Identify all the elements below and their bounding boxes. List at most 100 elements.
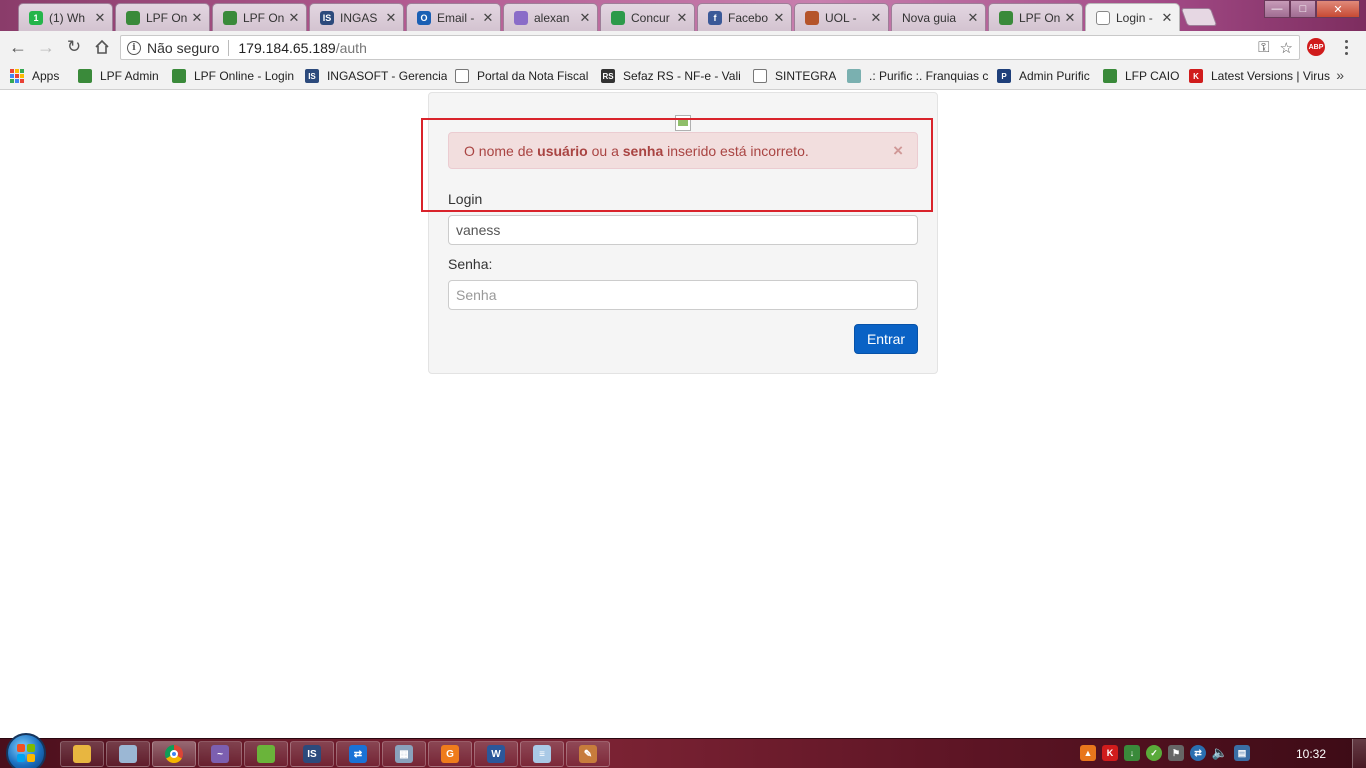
close-tab-icon[interactable]: ✕ xyxy=(870,10,882,26)
ingasoft-icon: IS xyxy=(305,69,319,83)
bookmark-item[interactable]: K Latest Versions | Virus xyxy=(1189,65,1339,87)
whatsapp-icon: 1 xyxy=(29,10,43,25)
tray-app-icon[interactable]: ▲ xyxy=(1080,745,1096,761)
bookmark-label: INGASOFT - Gerencia xyxy=(326,69,447,83)
taskbar-button[interactable]: ✎ xyxy=(566,741,610,767)
bookmark-item[interactable]: SINTEGRA xyxy=(753,65,847,87)
login-input[interactable] xyxy=(448,215,918,245)
tab[interactable]: Concur ✕ xyxy=(600,3,695,31)
bookmark-item[interactable]: LPF Admin xyxy=(78,65,172,87)
bookmark-item[interactable]: IS INGASOFT - Gerencia xyxy=(305,65,455,87)
tab[interactable]: f Facebo ✕ xyxy=(697,3,792,31)
taskbar-button[interactable] xyxy=(244,741,288,767)
minimize-button[interactable]: — xyxy=(1264,0,1290,18)
new-tab-button[interactable] xyxy=(1180,8,1218,26)
lpf-icon xyxy=(223,10,237,25)
volume-icon[interactable]: 🔈 xyxy=(1212,745,1228,761)
close-tab-icon[interactable]: ✕ xyxy=(288,10,300,26)
close-tab-icon[interactable]: ✕ xyxy=(94,10,106,26)
bookmark-item[interactable]: LFP CAIO xyxy=(1103,65,1189,87)
teamviewer-tray-icon[interactable]: ⇄ xyxy=(1190,745,1206,761)
tab-title: LPF On xyxy=(146,10,187,25)
bookmark-item[interactable]: .: Purific :. Franquias c xyxy=(847,65,997,87)
kaspersky-tray-icon[interactable]: K xyxy=(1102,745,1118,761)
alert-bold-password: senha xyxy=(622,142,664,159)
tab[interactable]: IS INGAS ✕ xyxy=(309,3,404,31)
close-tab-icon[interactable]: ✕ xyxy=(1064,10,1076,26)
close-tab-icon[interactable]: ✕ xyxy=(482,10,494,26)
taskbar-button[interactable]: IS xyxy=(290,741,334,767)
star-icon[interactable]: ☆ xyxy=(1280,39,1293,57)
tab[interactable]: Login - ✕ xyxy=(1085,3,1180,32)
tab-title: LPF On xyxy=(243,10,284,25)
home-button[interactable] xyxy=(88,33,116,61)
maximize-button[interactable]: □ xyxy=(1290,0,1316,18)
network-tray-icon[interactable]: ▤ xyxy=(1234,745,1250,761)
back-button[interactable]: ← xyxy=(4,33,32,61)
adblock-plus-icon[interactable]: ABP xyxy=(1307,38,1325,56)
close-tab-icon[interactable]: ✕ xyxy=(967,10,979,26)
address-bar[interactable]: i Não seguro 179.184.65.189/auth ⚿ ☆ xyxy=(120,35,1300,60)
calculator-icon: ▦ xyxy=(395,745,413,763)
close-tab-icon[interactable]: ✕ xyxy=(1161,10,1173,26)
login-label: Login xyxy=(448,191,483,207)
bookmark-item[interactable]: LPF Online - Login xyxy=(172,65,305,87)
ingasoft-icon: IS xyxy=(320,10,334,25)
tab[interactable]: UOL - ✕ xyxy=(794,3,889,31)
bookmark-item[interactable]: Apps xyxy=(10,65,78,87)
taskbar-button[interactable]: W xyxy=(474,741,518,767)
bookmark-item[interactable]: P Admin Purific xyxy=(997,65,1103,87)
bookmark-label: Sefaz RS - NF-e - Vali xyxy=(623,69,741,83)
close-window-button[interactable]: ✕ xyxy=(1316,0,1360,18)
tab[interactable]: alexan ✕ xyxy=(503,3,598,31)
tab[interactable]: 1 (1) Wh ✕ xyxy=(18,3,113,31)
taskbar-button[interactable] xyxy=(152,741,196,767)
tab[interactable]: O Email - ✕ xyxy=(406,3,501,31)
close-tab-icon[interactable]: ✕ xyxy=(579,10,591,26)
forward-button[interactable]: → xyxy=(32,33,60,61)
close-tab-icon[interactable]: ✕ xyxy=(773,10,785,26)
check-tray-icon[interactable]: ✓ xyxy=(1146,745,1162,761)
tab-title: INGAS xyxy=(340,10,378,25)
submit-button[interactable]: Entrar xyxy=(854,324,918,354)
tab[interactable]: LPF On ✕ xyxy=(212,3,307,31)
tab[interactable]: Nova guia ✕ xyxy=(891,3,986,31)
bookmarks-bar: Apps LPF Admin LPF Online - Login IS INGASOF… xyxy=(0,63,1366,90)
clock[interactable]: 10:32 xyxy=(1296,747,1326,761)
info-icon[interactable]: i xyxy=(127,40,141,55)
close-tab-icon[interactable]: ✕ xyxy=(385,10,397,26)
more-bookmarks-icon[interactable]: » xyxy=(1336,67,1344,83)
password-input[interactable] xyxy=(448,280,918,310)
app-green-icon xyxy=(257,745,275,763)
lpf-icon xyxy=(126,10,140,25)
download-tray-icon[interactable]: ↓ xyxy=(1124,745,1140,761)
url-text[interactable]: 179.184.65.189/auth xyxy=(238,40,366,56)
key-icon[interactable]: ⚿ xyxy=(1258,39,1269,57)
bookmark-label: LFP CAIO xyxy=(1125,69,1180,83)
menu-icon[interactable] xyxy=(1340,38,1352,56)
alert-close-button[interactable]: × xyxy=(893,141,903,161)
outlook-icon: O xyxy=(417,10,431,25)
security-label[interactable]: Não seguro xyxy=(147,40,219,56)
show-desktop-button[interactable] xyxy=(1352,739,1366,768)
bookmark-item[interactable]: RS Sefaz RS - NF-e - Vali xyxy=(601,65,753,87)
start-button[interactable] xyxy=(6,733,46,768)
taskbar-button[interactable]: ▦ xyxy=(382,741,426,767)
taskbar-button[interactable] xyxy=(106,741,150,767)
taskbar-button[interactable] xyxy=(60,741,104,767)
close-tab-icon[interactable]: ✕ xyxy=(191,10,203,26)
taskbar-button[interactable]: G xyxy=(428,741,472,767)
action-center-icon[interactable]: ⚑ xyxy=(1168,745,1184,761)
bookmark-item[interactable]: Portal da Nota Fiscal xyxy=(455,65,601,87)
tab-title: Nova guia xyxy=(902,10,957,25)
tab[interactable]: LPF On ✕ xyxy=(988,3,1083,31)
close-tab-icon[interactable]: ✕ xyxy=(676,10,688,26)
reload-button[interactable]: ↻ xyxy=(60,33,88,61)
tab[interactable]: LPF On ✕ xyxy=(115,3,210,31)
bookmark-label: SINTEGRA xyxy=(775,69,837,83)
taskbar-button[interactable]: ⇄ xyxy=(336,741,380,767)
tab-strip: 1 (1) Wh ✕ LPF On ✕ LPF On ✕ IS INGAS ✕ O Email - ✕ a… xyxy=(0,0,1366,32)
taskbar-button[interactable]: ≡ xyxy=(520,741,564,767)
taskbar-button[interactable]: ~ xyxy=(198,741,242,767)
url-path: /auth xyxy=(335,39,367,56)
